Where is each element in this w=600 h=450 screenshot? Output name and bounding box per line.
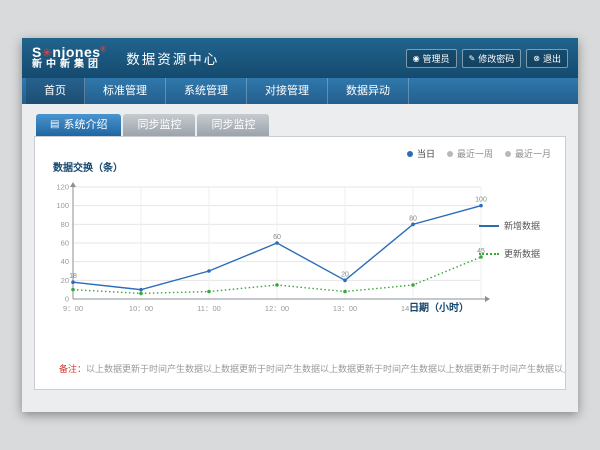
nav-system-management[interactable]: 系统管理 — [166, 78, 247, 104]
radio-dot-icon — [447, 151, 453, 157]
nav-standard-management[interactable]: 标准管理 — [85, 78, 166, 104]
app-header: S✳njones® 新中新集团 数据资源中心 ◉管理员 ✎修改密码 ⊗退出 — [22, 38, 578, 78]
svg-text:100: 100 — [56, 201, 69, 210]
nav-data-change[interactable]: 数据异动 — [328, 78, 409, 104]
tab-system-intro[interactable]: ▤系统介绍 — [36, 114, 121, 136]
tab-system-intro-label: 系统介绍 — [63, 114, 107, 136]
header-actions: ◉管理员 ✎修改密码 ⊗退出 — [406, 49, 568, 68]
admin-button-label: 管理员 — [423, 52, 450, 65]
svg-text:13：00: 13：00 — [333, 304, 357, 313]
change-password-label: 修改密码 — [478, 52, 514, 65]
main-nav: 首页 标准管理 系统管理 对接管理 数据异动 — [22, 78, 578, 104]
legend-update-data: 更新数据 — [479, 247, 557, 260]
user-icon: ◉ — [413, 54, 420, 63]
filter-last-month[interactable]: 最近一月 — [505, 147, 551, 160]
logout-label: 退出 — [543, 52, 561, 65]
logout-button[interactable]: ⊗退出 — [526, 49, 568, 68]
svg-text:20: 20 — [341, 271, 349, 278]
content-area: ▤系统介绍 同步监控 同步监控 当日 最近一周 最近一月 数据交换（条） 0 20… — [22, 104, 578, 412]
admin-button[interactable]: ◉管理员 — [406, 49, 457, 68]
tab-sync-monitor-2-label: 同步监控 — [211, 114, 255, 136]
filter-today[interactable]: 当日 — [407, 147, 435, 160]
change-password-button[interactable]: ✎修改密码 — [462, 49, 522, 68]
tab-sync-monitor-2[interactable]: 同步监控 — [197, 114, 269, 136]
line-chart: 0 20 40 60 80 100 120 9：00 10：00 11：00 12：00 13：00 1… — [47, 179, 497, 319]
page-title: 数据资源中心 — [126, 48, 219, 68]
registered-mark: ® — [101, 47, 107, 54]
solid-line-icon — [479, 225, 499, 227]
svg-text:20: 20 — [61, 276, 69, 285]
svg-text:100: 100 — [475, 197, 487, 204]
footnote-prefix: 备注： — [59, 364, 86, 374]
filter-last-week[interactable]: 最近一周 — [447, 147, 493, 160]
radio-dot-icon — [505, 151, 511, 157]
tab-sync-monitor-1-label: 同步监控 — [137, 114, 181, 136]
svg-text:120: 120 — [56, 183, 69, 192]
legend-new-data: 新增数据 — [479, 219, 557, 232]
footnote: 备注：以上数据更新于时间产生数据以上数据更新于时间产生数据以上数据更新于时间产生… — [35, 362, 565, 375]
svg-text:11：00: 11：00 — [197, 304, 221, 313]
brand-subtitle: 新中新集团 — [32, 60, 106, 71]
svg-text:40: 40 — [61, 257, 69, 266]
nav-interface-management[interactable]: 对接管理 — [247, 78, 328, 104]
nav-home[interactable]: 首页 — [26, 78, 85, 104]
y-axis-title: 数据交换（条） — [53, 159, 123, 174]
svg-text:80: 80 — [61, 220, 69, 229]
svg-text:9：00: 9：00 — [63, 304, 83, 313]
x-axis-title: 日期（小时） — [409, 299, 469, 314]
tab-bar: ▤系统介绍 同步监控 同步监控 — [36, 114, 566, 136]
brand-wordmark: S✳njones® — [32, 45, 106, 60]
series-legend: 新增数据 更新数据 — [479, 219, 557, 275]
svg-text:12：00: 12：00 — [265, 304, 289, 313]
tab-sync-monitor-1[interactable]: 同步监控 — [123, 114, 195, 136]
brand-logo: S✳njones® 新中新集团 — [32, 45, 106, 70]
dotted-line-icon — [479, 253, 499, 255]
time-range-filters: 当日 最近一周 最近一月 — [407, 147, 551, 160]
svg-text:80: 80 — [409, 215, 417, 222]
svg-text:0: 0 — [65, 295, 69, 304]
svg-text:60: 60 — [273, 234, 281, 241]
edit-password-icon: ✎ — [469, 54, 476, 63]
footnote-text: 以上数据更新于时间产生数据以上数据更新于时间产生数据以上数据更新于时间产生数据以… — [86, 364, 565, 374]
chart-panel: 当日 最近一周 最近一月 数据交换（条） 0 20 40 60 80 100 120 9：00… — [34, 136, 566, 390]
svg-text:10：00: 10：00 — [129, 304, 153, 313]
grid-icon: ▤ — [50, 114, 59, 136]
radio-dot-icon — [407, 151, 413, 157]
logout-icon: ⊗ — [533, 54, 540, 63]
svg-text:60: 60 — [61, 239, 69, 248]
svg-text:18: 18 — [69, 273, 77, 280]
app-window: S✳njones® 新中新集团 数据资源中心 ◉管理员 ✎修改密码 ⊗退出 首页… — [22, 38, 578, 412]
